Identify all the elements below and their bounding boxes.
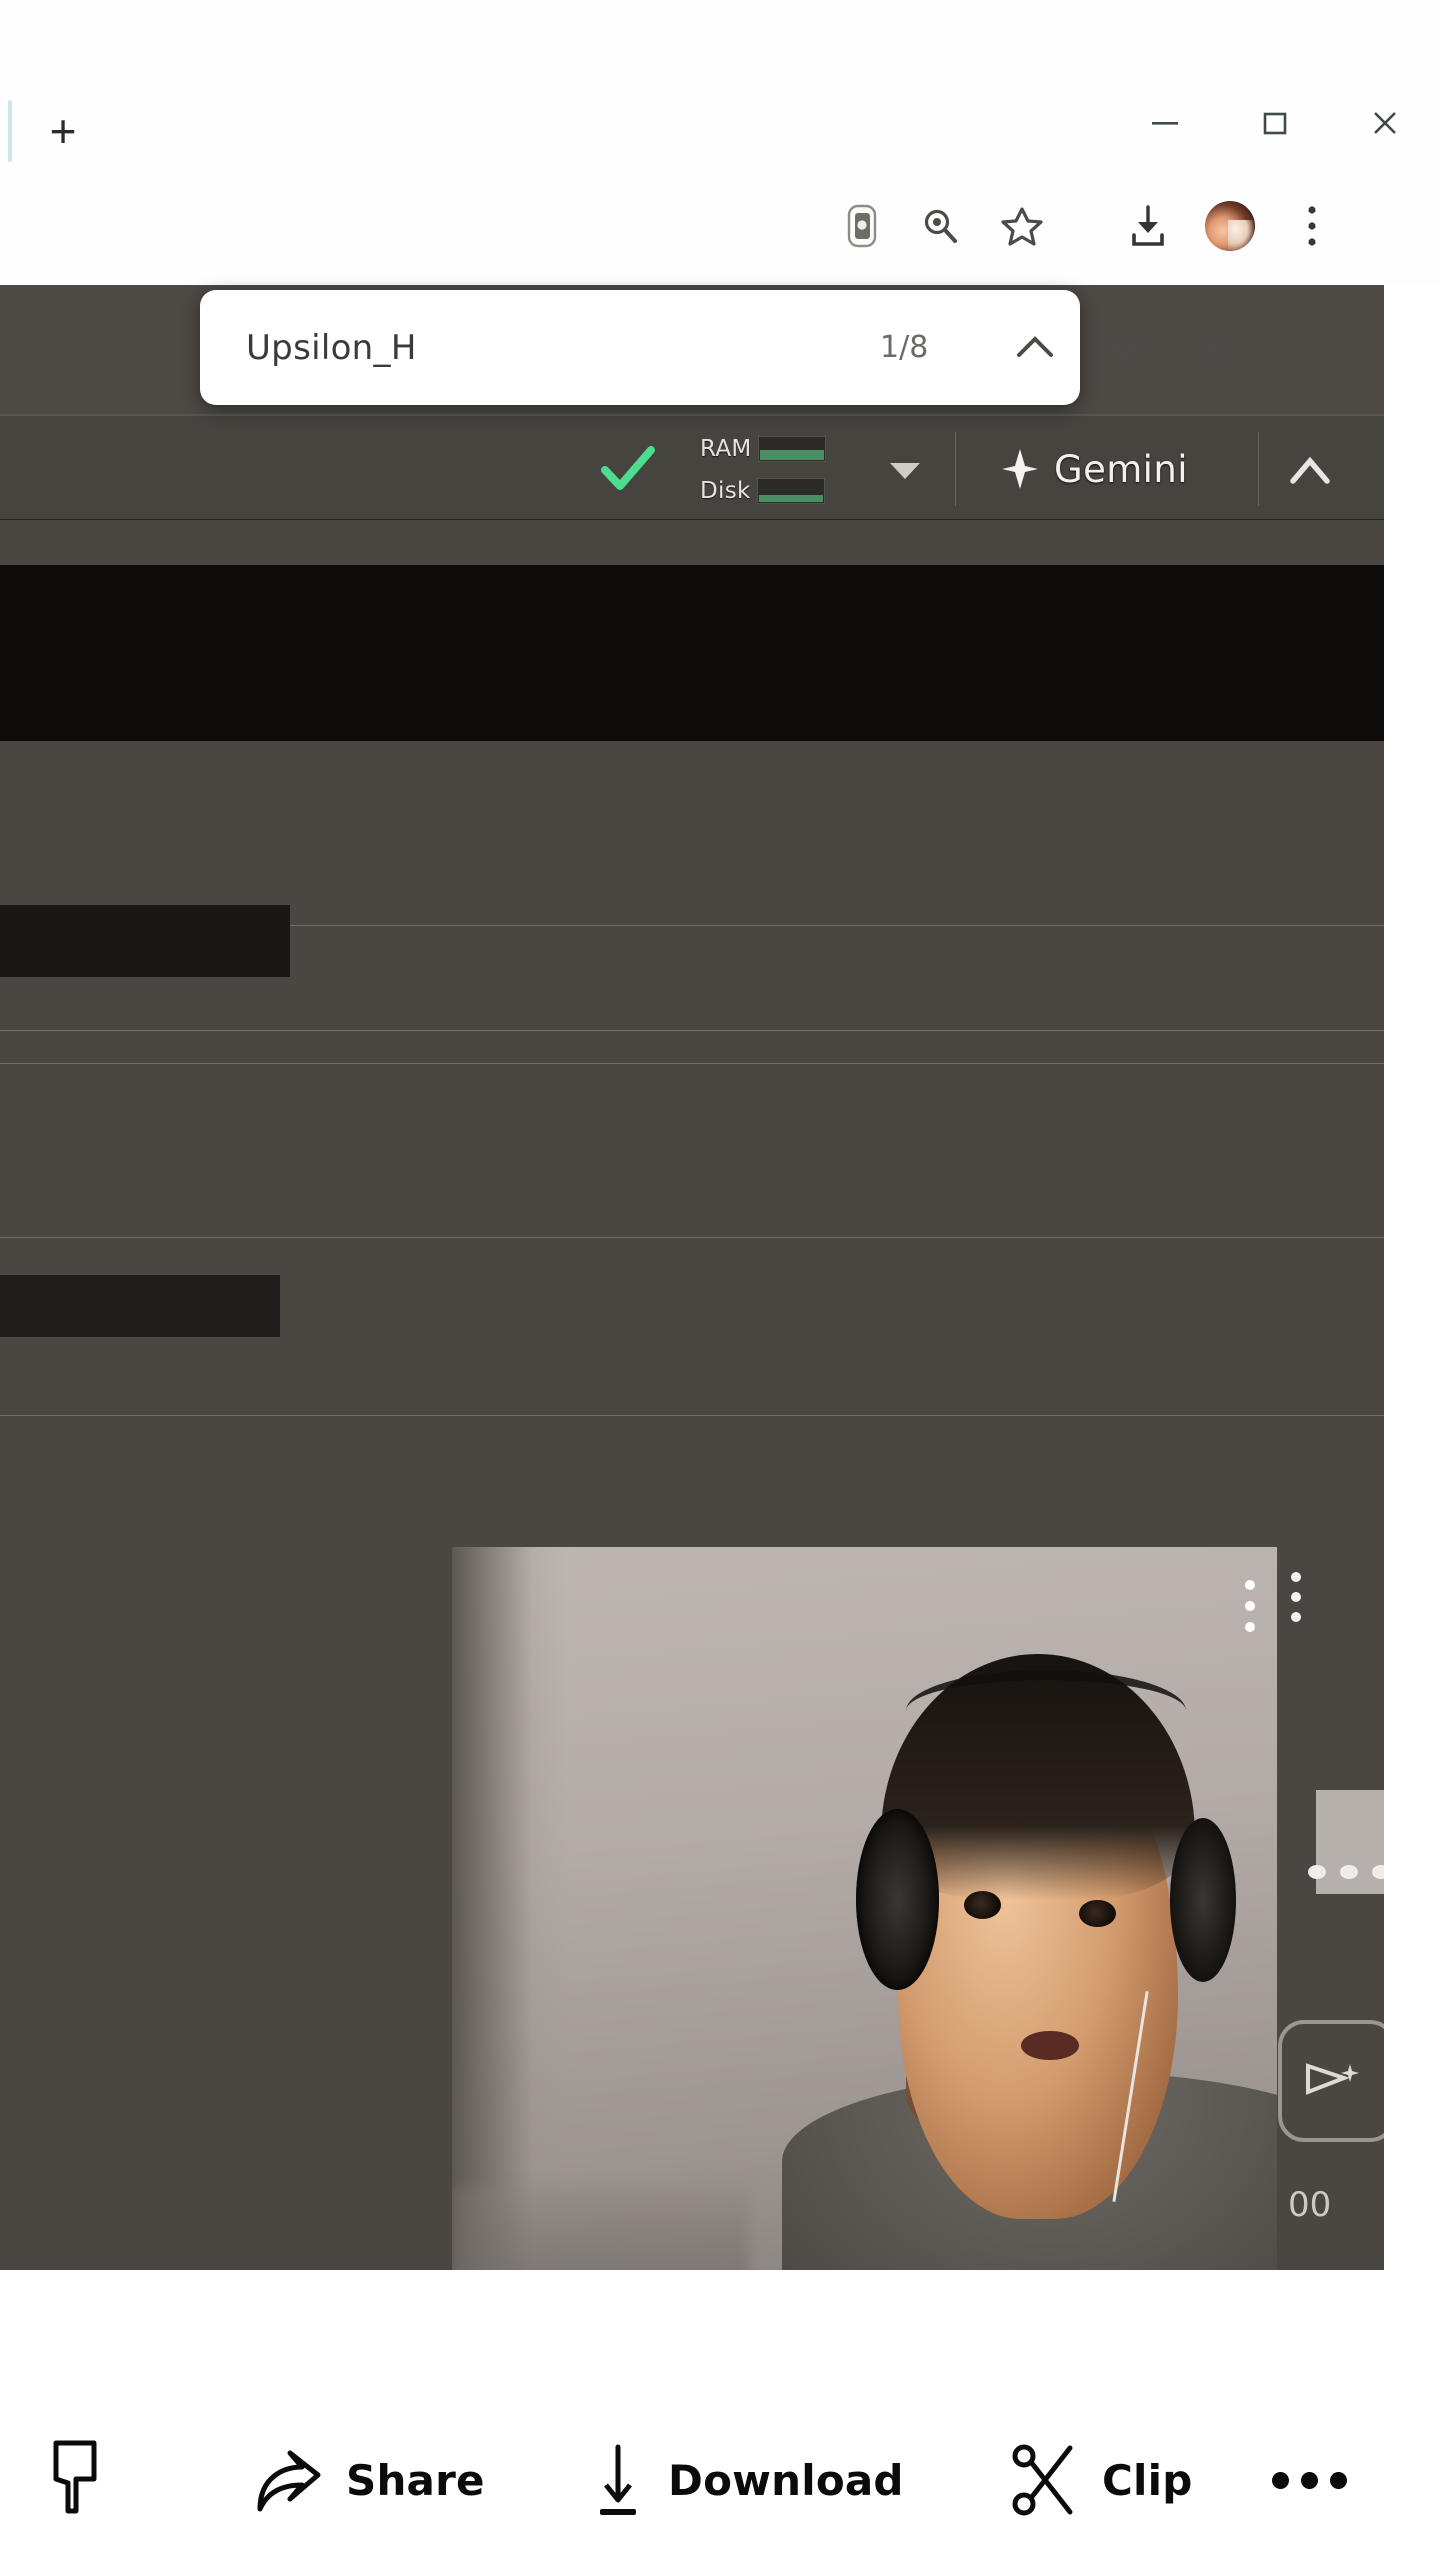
close-window-button[interactable]: [1330, 78, 1440, 168]
clip-button[interactable]: Clip: [1010, 2400, 1192, 2560]
divider: [0, 1415, 1384, 1416]
clip-label: Clip: [1102, 2455, 1193, 2505]
more-actions-button[interactable]: [1272, 2400, 1347, 2560]
avatar: [1205, 201, 1255, 251]
horizontal-dots-icon: [1272, 2471, 1347, 2489]
share-arrow-icon: [257, 2450, 321, 2512]
scissors-icon: [1012, 2444, 1073, 2516]
ram-meter: RAM: [700, 432, 870, 466]
share-button[interactable]: Share: [250, 2400, 485, 2560]
caret-down-icon[interactable]: [888, 460, 922, 482]
browser-toolbar: [0, 178, 1440, 278]
browser-chrome: +: [0, 0, 1440, 285]
headphone-right-cup: [1169, 1817, 1236, 1982]
browser-menu-icon[interactable]: [1272, 178, 1352, 274]
webcam-mouth: [1021, 2030, 1079, 2061]
window-controls: [1110, 78, 1440, 168]
panel-menu-icon[interactable]: [1288, 1570, 1304, 1626]
extension-status-bar: RAM Disk Gemini: [0, 415, 1384, 520]
blurred-block: [0, 905, 290, 977]
find-input[interactable]: Upsilon_H: [246, 328, 417, 368]
ram-bar: [757, 436, 826, 462]
panel-count: 00: [1288, 2185, 1332, 2225]
dislike-button[interactable]: [42, 2400, 114, 2560]
caret-up-icon[interactable]: [1288, 452, 1332, 490]
divider: [1258, 432, 1259, 506]
resource-meters: RAM Disk: [700, 432, 870, 508]
ram-label: RAM: [700, 436, 752, 462]
divider: [0, 1237, 1384, 1238]
headphone-left-cup: [856, 1809, 939, 1990]
find-close-button[interactable]: [1180, 312, 1250, 382]
divider: [955, 432, 956, 506]
page-content-dimmed: RAM Disk Gemini 00: [0, 285, 1384, 2270]
find-next-button[interactable]: [1090, 312, 1160, 382]
headphone-band: [905, 1670, 1187, 1752]
find-in-page-bar: Upsilon_H 1/8: [200, 290, 1230, 405]
active-tab-indicator: [8, 100, 12, 162]
find-match-count: 1/8: [880, 330, 929, 365]
new-tab-button[interactable]: +: [34, 102, 92, 160]
bookmark-star-icon[interactable]: [982, 178, 1062, 274]
restore-button[interactable]: [1220, 78, 1330, 168]
find-previous-button[interactable]: [1000, 312, 1070, 382]
gemini-label: Gemini: [1054, 447, 1188, 491]
disk-label: Disk: [700, 478, 751, 504]
download-button[interactable]: Download: [590, 2400, 904, 2560]
divider: [0, 1030, 1384, 1031]
profile-avatar[interactable]: [1190, 178, 1270, 274]
thumbs-down-icon: [53, 2440, 97, 2514]
webcam-menu-icon[interactable]: [1241, 1577, 1259, 1637]
panel-send-button[interactable]: [1278, 2020, 1384, 2142]
gemini-button[interactable]: Gemini: [1000, 438, 1188, 500]
send-sparkle-icon: [1306, 2063, 1359, 2095]
reader-mode-icon[interactable]: [822, 178, 902, 274]
sparkle-icon: [1002, 449, 1038, 489]
divider: [0, 1063, 1384, 1064]
green-check-icon: [600, 444, 656, 494]
download-arrow-icon: [600, 2444, 636, 2515]
disk-bar: [756, 478, 825, 504]
screen-root: + RAM Disk Gemini 00 Share Download Clip…: [0, 0, 1440, 2560]
download-icon[interactable]: [1108, 178, 1188, 274]
webcam-overlay: [452, 1547, 1277, 2270]
blurred-block: [0, 1275, 280, 1337]
panel-more-icon[interactable]: [1308, 1865, 1384, 1879]
download-label: Download: [668, 2455, 904, 2505]
minimize-button[interactable]: [1110, 78, 1220, 168]
dimmed-banner-region: [0, 565, 1384, 741]
video-action-bar: Share Download Clip: [0, 2400, 1440, 2560]
webcam-eye: [963, 1891, 1001, 1920]
disk-meter: Disk: [700, 474, 870, 508]
share-label: Share: [346, 2455, 485, 2505]
zoom-icon[interactable]: [900, 178, 980, 274]
